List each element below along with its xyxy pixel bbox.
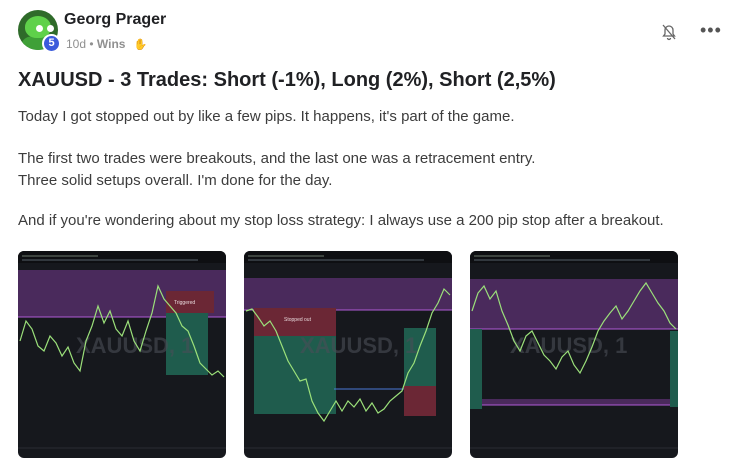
level-badge: 5 (42, 34, 61, 53)
chart-thumbnail-3[interactable]: XAUUSD, 1 (470, 251, 678, 458)
avatar-eye (36, 25, 43, 32)
chart-watermark: XAUUSD, 1 (76, 333, 193, 358)
post-time: 10d (66, 37, 87, 51)
post-paragraph: And if you're wondering about my stop lo… (18, 212, 664, 229)
post-title: XAUUSD - 3 Trades: Short (-1%), Long (2%… (18, 69, 556, 91)
post-header: 5 Georg Prager 10d • Wins ✋ ••• (18, 10, 729, 54)
trade-box-label: Triggered (174, 300, 195, 306)
avatar-eye (47, 25, 54, 32)
post-paragraph: The first two trades were breakouts, and… (18, 148, 535, 192)
bell-off-icon[interactable] (659, 22, 679, 42)
trade-box-label: Stopped out (284, 317, 312, 323)
post-paragraph: Today I got stopped out by like a few pi… (18, 108, 515, 125)
more-horizontal-icon[interactable]: ••• (700, 20, 722, 41)
post-paragraph-line: The first two trades were breakouts, and… (18, 150, 536, 167)
meta-separator: • (89, 37, 97, 51)
post-paragraph-line: Three solid setups overall. I'm done for… (18, 172, 333, 189)
post-meta: 10d • Wins ✋ (66, 37, 148, 51)
chart-watermark: XAUUSD, 1 (300, 333, 417, 358)
chart-thumbnail-2[interactable]: Stopped out XAUUSD, 1 (244, 251, 452, 458)
chart-watermark: XAUUSD, 1 (510, 333, 627, 358)
post-category[interactable]: Wins (97, 37, 126, 51)
clap-icon: ✋ (133, 39, 148, 51)
author-name[interactable]: Georg Prager (64, 11, 166, 29)
chart-thumbnail-1[interactable]: Triggered XAUUSD, 1 (18, 251, 226, 458)
